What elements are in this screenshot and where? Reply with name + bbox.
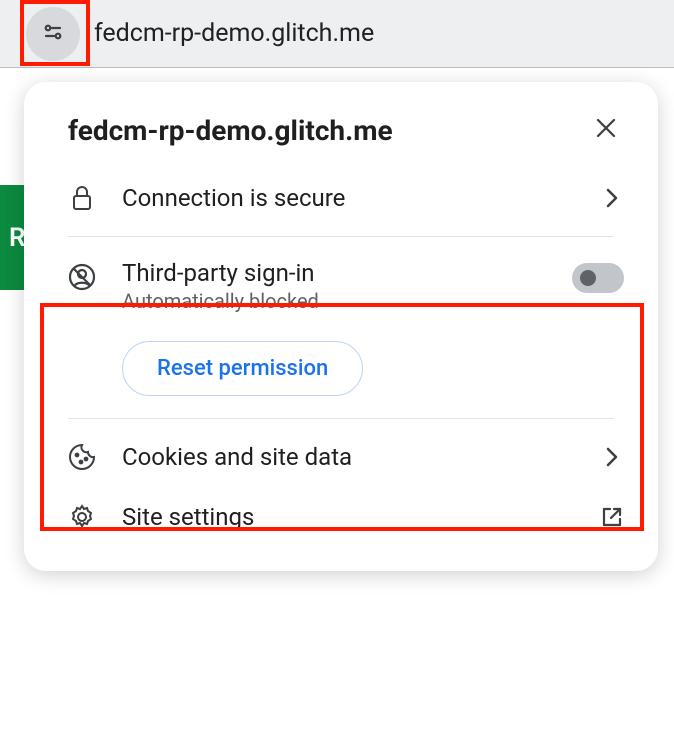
signin-blocked-icon (68, 263, 96, 291)
site-info-popup: fedcm-rp-demo.glitch.me Connection is se… (24, 82, 658, 571)
close-icon (595, 117, 617, 143)
site-settings-row[interactable]: Site settings (24, 487, 658, 547)
reset-permission-button[interactable]: Reset permission (122, 341, 363, 396)
cookie-icon (68, 443, 96, 471)
reset-button-label: Reset permission (157, 356, 328, 381)
third-party-signin-section: Third-party sign-in Automatically blocke… (24, 245, 658, 410)
cookies-label: Cookies and site data (122, 443, 600, 471)
external-link-icon (600, 505, 624, 529)
site-info-button[interactable] (26, 7, 80, 61)
gear-icon (68, 503, 96, 531)
connection-label: Connection is secure (122, 184, 600, 212)
connection-row[interactable]: Connection is secure (24, 168, 658, 228)
address-bar: fedcm-rp-demo.glitch.me (0, 0, 674, 68)
toggle-knob (580, 270, 596, 286)
signin-subtitle: Automatically blocked (122, 289, 572, 313)
site-settings-label: Site settings (122, 503, 600, 531)
signin-title: Third-party sign-in (122, 259, 572, 287)
popup-title: fedcm-rp-demo.glitch.me (68, 114, 393, 147)
divider (68, 418, 614, 419)
lock-icon (68, 184, 96, 212)
close-button[interactable] (588, 112, 624, 148)
popup-header: fedcm-rp-demo.glitch.me (24, 112, 658, 168)
signin-toggle[interactable] (572, 263, 624, 293)
chevron-right-icon (600, 186, 624, 210)
chevron-right-icon (600, 445, 624, 469)
cookies-row[interactable]: Cookies and site data (24, 427, 658, 487)
tune-icon (41, 20, 65, 48)
divider (68, 236, 614, 237)
url-text[interactable]: fedcm-rp-demo.glitch.me (94, 19, 374, 48)
